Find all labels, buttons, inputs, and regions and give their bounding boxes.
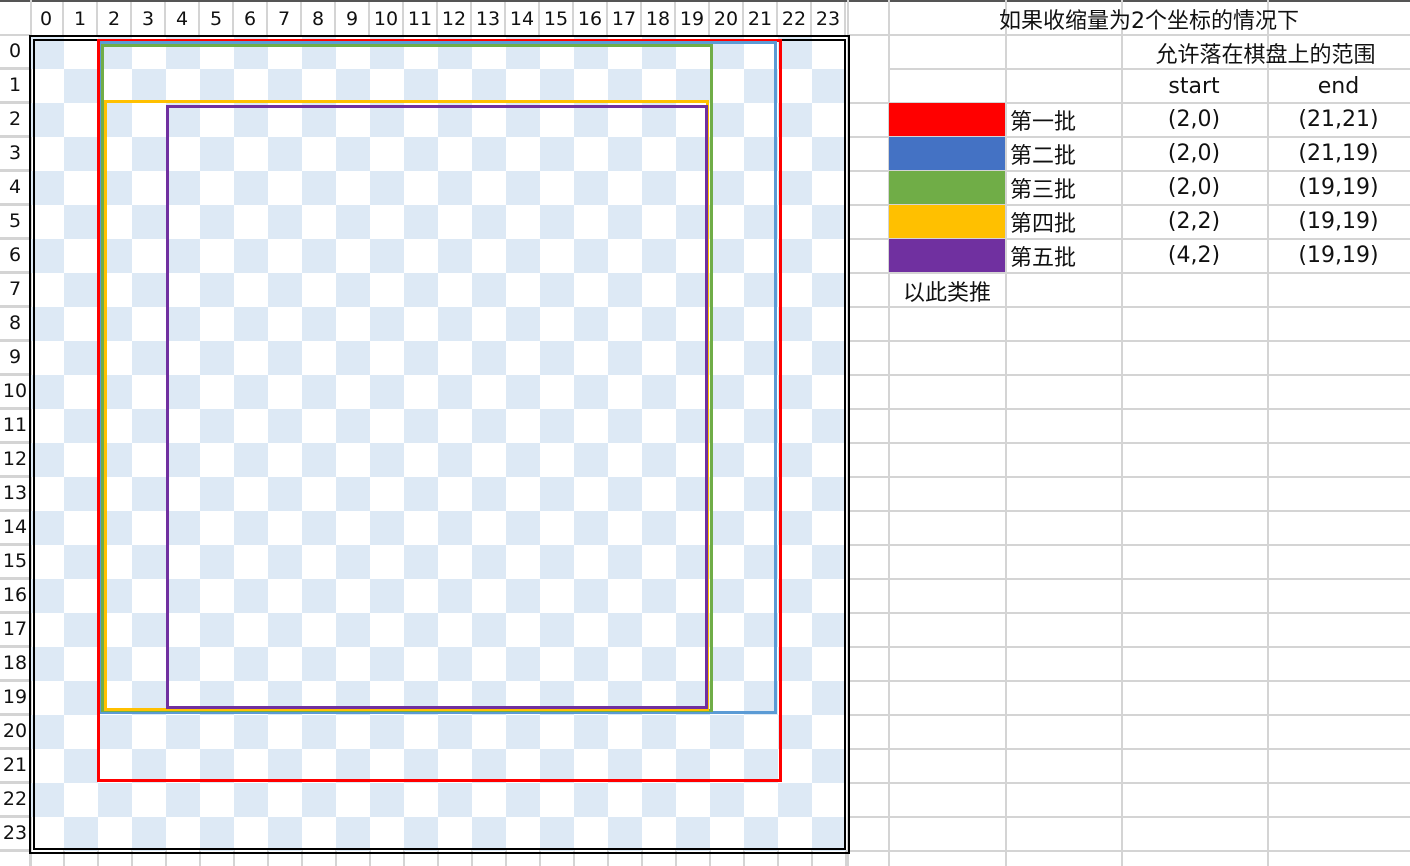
batch-label: 第二批: [1010, 143, 1077, 169]
column-header: 4: [166, 2, 200, 35]
column-header: 11: [404, 2, 438, 35]
row-header: 7: [0, 273, 30, 307]
column-header: 3: [132, 2, 166, 35]
column-header: 15: [540, 2, 574, 35]
row-header: 2: [0, 103, 30, 137]
row-header: 20: [0, 715, 30, 749]
row-header: 17: [0, 613, 30, 647]
batch-color-swatch: [889, 171, 1005, 204]
batch-end: (21,21): [1298, 107, 1379, 132]
column-header: 18: [642, 2, 676, 35]
batch-end: (21,19): [1298, 141, 1379, 166]
column-header: 22: [778, 2, 812, 35]
row-header: 16: [0, 579, 30, 613]
column-header: 21: [744, 2, 778, 35]
batch-color-swatch: [889, 205, 1005, 238]
batch-label: 第一批: [1010, 109, 1077, 135]
grid-hline: [847, 748, 1410, 750]
grid-hline: [847, 408, 1410, 410]
batch-color-swatch: [889, 239, 1005, 272]
batch-label: 第四批: [1010, 211, 1077, 237]
batch-color-swatch: [889, 137, 1005, 170]
column-header: 14: [506, 2, 540, 35]
batch-start: (2,0): [1167, 141, 1221, 166]
batch-start: (2,0): [1167, 107, 1221, 132]
row-header: 8: [0, 307, 30, 341]
grid-hline: [847, 442, 1410, 444]
etc-label: 以此类推: [902, 280, 991, 306]
row-header: 4: [0, 171, 30, 205]
legend-title: 如果收缩量为2个坐标的情况下: [999, 8, 1299, 34]
batch-start: (2,2): [1167, 209, 1221, 234]
grid-hline: [847, 374, 1410, 376]
grid-hline: [847, 850, 1410, 852]
column-header: 8: [302, 2, 336, 35]
row-header: 13: [0, 477, 30, 511]
column-header: 6: [234, 2, 268, 35]
batch-label: 第五批: [1010, 245, 1077, 271]
row-header: 0: [0, 35, 30, 69]
grid-hline: [847, 680, 1410, 682]
row-header: 19: [0, 681, 30, 715]
grid-hline: [847, 578, 1410, 580]
grid-hline: [847, 816, 1410, 818]
row-header: 12: [0, 443, 30, 477]
end-header: end: [1317, 74, 1360, 99]
column-header: 17: [608, 2, 642, 35]
row-header: 18: [0, 647, 30, 681]
batch-end: (19,19): [1298, 243, 1379, 268]
grid-hline: [847, 340, 1410, 342]
grid-hline: [847, 782, 1410, 784]
column-header: 19: [676, 2, 710, 35]
row-header: 10: [0, 375, 30, 409]
column-header: 16: [574, 2, 608, 35]
grid-hline: [847, 510, 1410, 512]
start-header: start: [1168, 74, 1220, 99]
column-header: 5: [200, 2, 234, 35]
grid-hline: [847, 714, 1410, 716]
row-header: 1: [0, 69, 30, 103]
column-header: 12: [438, 2, 472, 35]
batch-start: (4,2): [1167, 243, 1221, 268]
batch-end: (19,19): [1298, 209, 1379, 234]
grid-hline: [847, 476, 1410, 478]
grid-hline: [847, 612, 1410, 614]
grid-vline: [1005, 0, 1007, 866]
row-header: 14: [0, 511, 30, 545]
column-header: 9: [336, 2, 370, 35]
batch-label: 第三批: [1010, 177, 1077, 203]
row-header: 9: [0, 341, 30, 375]
row-header: 5: [0, 205, 30, 239]
column-header: 2: [98, 2, 132, 35]
column-header: 1: [64, 2, 98, 35]
batch-color-swatch: [889, 103, 1005, 136]
row-header: 6: [0, 239, 30, 273]
batch-5-range-rect: [166, 105, 708, 709]
column-header: 0: [30, 2, 64, 35]
grid-hline: [847, 646, 1410, 648]
batch-end: (19,19): [1298, 175, 1379, 200]
column-header: 10: [370, 2, 404, 35]
grid-hline: [847, 544, 1410, 546]
row-header: 23: [0, 817, 30, 851]
column-header: 7: [268, 2, 302, 35]
row-header: 15: [0, 545, 30, 579]
row-header: 22: [0, 783, 30, 817]
row-header: 11: [0, 409, 30, 443]
row-header: 21: [0, 749, 30, 783]
legend-subtitle: 允许落在棋盘上的范围: [1155, 42, 1376, 68]
column-header: 20: [710, 2, 744, 35]
column-header: 13: [472, 2, 506, 35]
column-header: 23: [812, 2, 846, 35]
batch-start: (2,0): [1167, 175, 1221, 200]
row-header: 3: [0, 137, 30, 171]
